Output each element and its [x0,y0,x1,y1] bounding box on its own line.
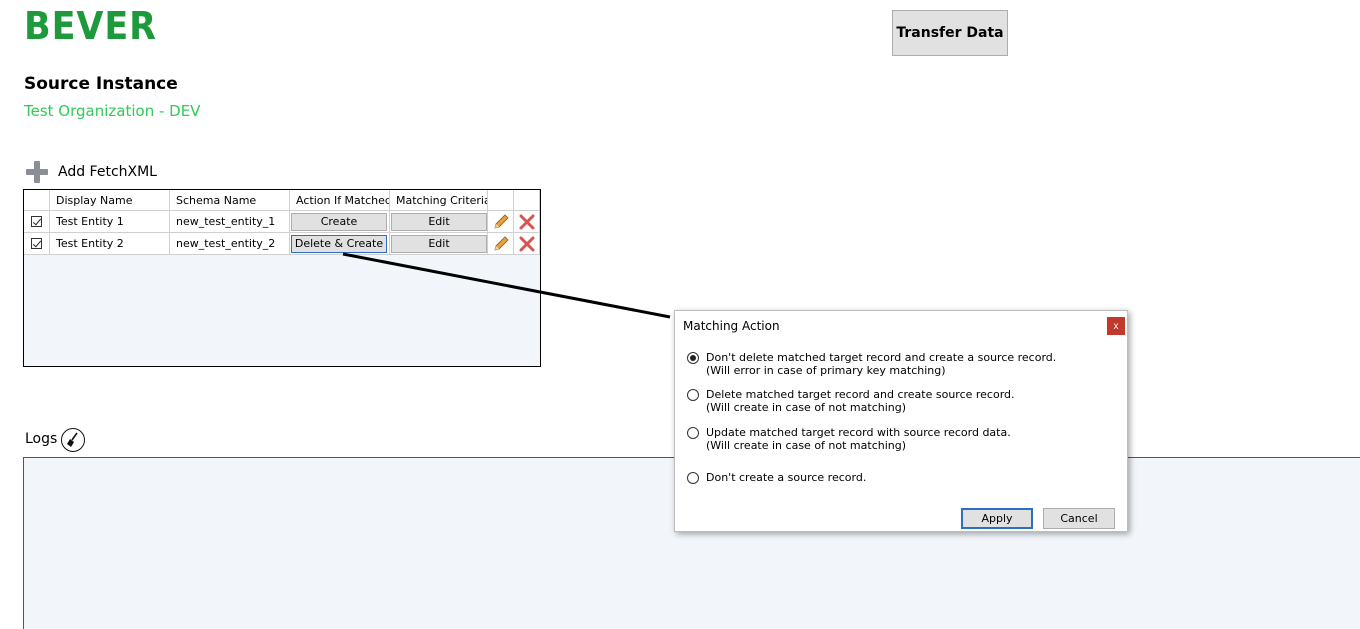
option-line1: Delete matched target record and create … [706,388,1015,401]
broom-icon[interactable] [61,428,85,452]
grid-header-row: Display Name Schema Name Action If Match… [24,190,540,211]
row-checkbox[interactable] [31,216,42,227]
header-delete [514,190,540,211]
option-text: Don't create a source record. [706,471,866,484]
header-matching-criteria: Matching Criteria [390,190,488,211]
table-row: Test Entity 2 new_test_entity_2 Delete &… [24,233,540,255]
row-criteria-cell: Edit [390,211,488,233]
x-icon[interactable] [519,236,535,252]
option-line1: Don't delete matched target record and c… [706,351,1057,364]
radio-delete-and-create[interactable] [687,389,699,401]
row-schema-name: new_test_entity_1 [170,211,290,233]
apply-button[interactable]: Apply [961,508,1033,529]
table-row: Test Entity 1 new_test_entity_1 Create E… [24,211,540,233]
header-select [24,190,50,211]
radio-dont-create[interactable] [687,472,699,484]
row-delete-cell [514,211,540,233]
option-line2: (Will create in case of not matching) [706,439,907,452]
pencil-icon[interactable] [492,235,510,253]
matching-criteria-edit-button[interactable]: Edit [391,212,487,231]
row-checkbox[interactable] [31,238,42,249]
row-edit-cell [488,233,514,255]
entity-grid: Display Name Schema Name Action If Match… [23,189,541,367]
add-fetchxml-button[interactable]: Add FetchXML [25,160,157,184]
row-edit-cell [488,211,514,233]
row-action-cell: Create [290,211,390,233]
pencil-icon[interactable] [492,213,510,231]
x-icon[interactable] [519,214,535,230]
header-schema-name: Schema Name [170,190,290,211]
matching-action-dialog: Matching Action x Don't delete matched t… [674,310,1128,532]
header-edit [488,190,514,211]
option-line1: Don't create a source record. [706,471,867,484]
option-delete-and-create[interactable]: Delete matched target record and create … [687,388,1015,414]
matching-criteria-edit-button[interactable]: Edit [391,234,487,253]
option-update[interactable]: Update matched target record with source… [687,426,1011,452]
option-text: Don't delete matched target record and c… [706,351,1056,377]
option-keep-and-create[interactable]: Don't delete matched target record and c… [687,351,1056,377]
option-line2: (Will error in case of primary key match… [706,364,946,377]
add-fetchxml-label: Add FetchXML [58,164,157,180]
cancel-button[interactable]: Cancel [1043,508,1115,529]
option-text: Update matched target record with source… [706,426,1011,452]
transfer-data-button[interactable]: Transfer Data [892,10,1008,56]
app-logo: BEVER [24,4,157,48]
radio-update[interactable] [687,427,699,439]
row-schema-name: new_test_entity_2 [170,233,290,255]
header-display-name: Display Name [50,190,170,211]
option-line1: Update matched target record with source… [706,426,1011,439]
action-if-matched-button[interactable]: Delete & Create [291,234,387,253]
plus-icon [25,160,49,184]
row-display-name: Test Entity 1 [50,211,170,233]
option-dont-create[interactable]: Don't create a source record. [687,471,866,484]
source-instance-heading: Source Instance [24,74,178,94]
row-criteria-cell: Edit [390,233,488,255]
logs-label: Logs [25,431,58,447]
row-checkbox-cell [24,211,50,233]
option-line2: (Will create in case of not matching) [706,401,907,414]
radio-keep-and-create[interactable] [687,352,699,364]
source-organization-link[interactable]: Test Organization - DEV [24,102,200,120]
action-if-matched-button[interactable]: Create [291,212,387,231]
dialog-title: Matching Action [683,319,780,333]
header-action-if-matched: Action If Matched [290,190,390,211]
row-checkbox-cell [24,233,50,255]
row-action-cell: Delete & Create [290,233,390,255]
row-delete-cell [514,233,540,255]
broom-glyph-icon [67,432,78,447]
option-text: Delete matched target record and create … [706,388,1015,414]
close-button[interactable]: x [1107,317,1125,335]
row-display-name: Test Entity 2 [50,233,170,255]
